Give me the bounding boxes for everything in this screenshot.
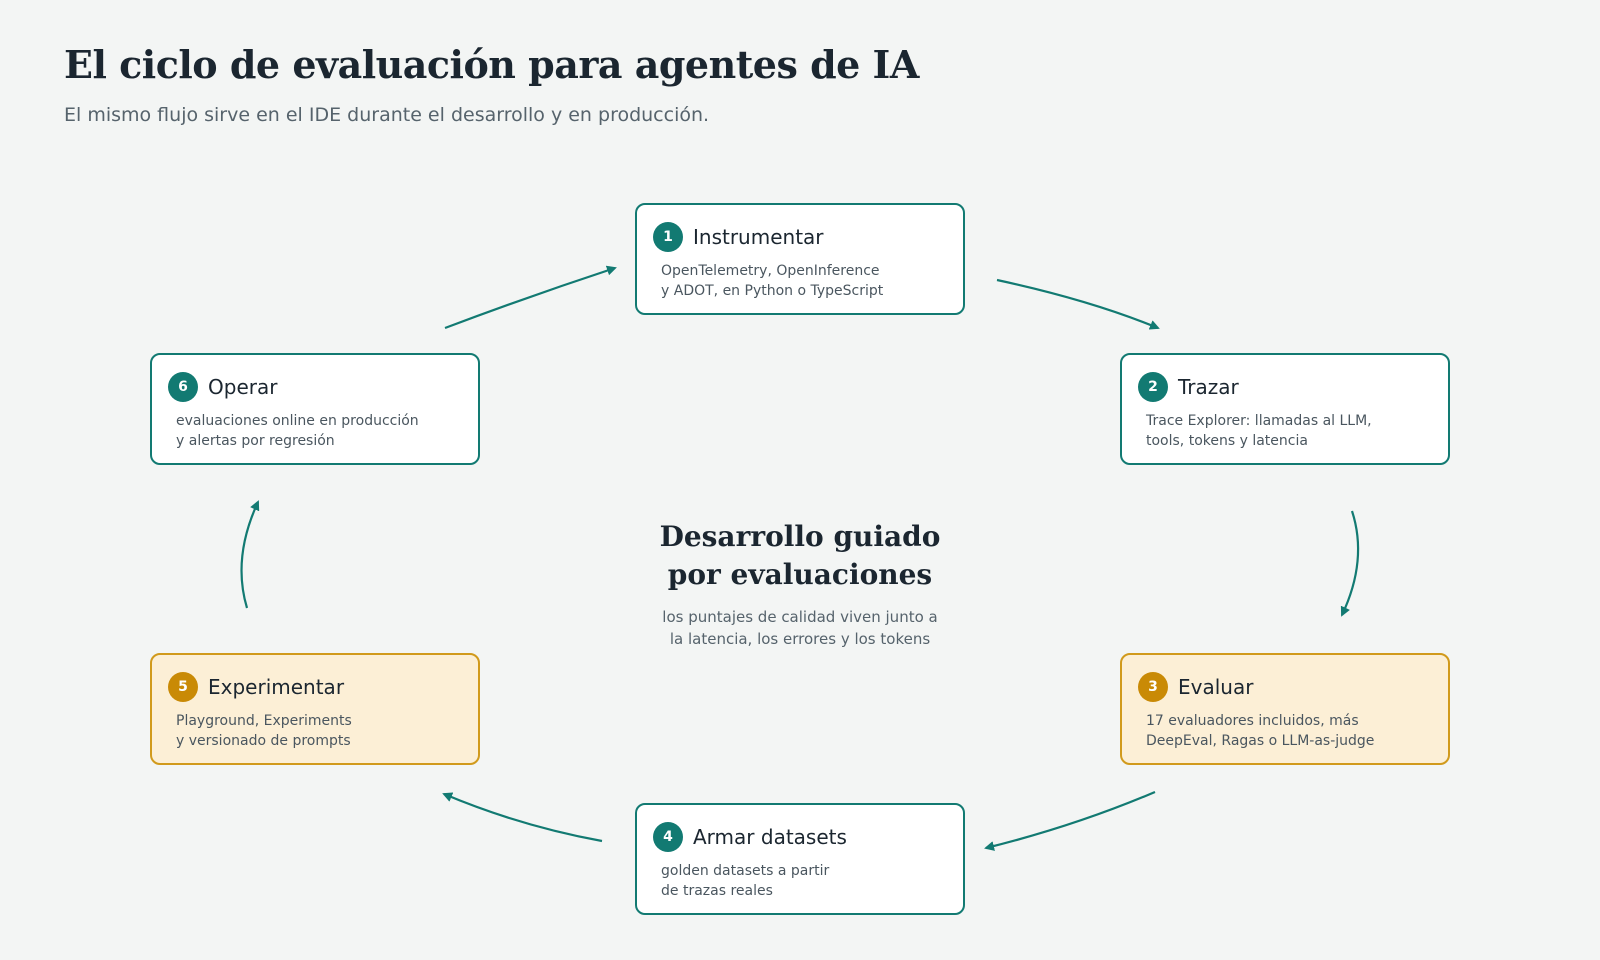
arrow-1-to-2: [996, 278, 1160, 330]
step-description: Playground, Experiments y versionado de …: [176, 713, 352, 749]
step-number-badge: 2: [1138, 372, 1168, 402]
step-card-armar-datasets: 4 Armar datasets golden datasets a parti…: [635, 803, 965, 915]
step-number-badge: 3: [1138, 672, 1168, 702]
step-number-badge: 6: [168, 372, 198, 402]
step-title: Armar datasets: [693, 825, 847, 849]
step-title: Operar: [208, 375, 278, 399]
step-card-operar: 6 Operar evaluaciones online en producci…: [150, 353, 480, 465]
step-title: Trazar: [1178, 375, 1239, 399]
step-title: Experimentar: [208, 675, 345, 699]
arrow-6-to-1: [444, 265, 617, 330]
arrow-4-to-5: [442, 792, 603, 843]
arrow-5-to-6: [240, 500, 260, 609]
step-title: Instrumentar: [693, 225, 824, 249]
arrow-2-to-3: [1340, 510, 1360, 617]
cycle-center-title: Desarrollo guiado por evaluaciones: [659, 520, 941, 591]
step-number-badge: 4: [653, 822, 683, 852]
step-title: Evaluar: [1178, 675, 1254, 699]
step-card-evaluar: 3 Evaluar 17 evaluadores incluidos, más …: [1120, 653, 1450, 765]
step-description: Trace Explorer: llamadas al LLM, tools, …: [1146, 413, 1372, 449]
step-description: golden datasets a partir de trazas reale…: [661, 863, 830, 899]
step-card-experimentar: 5 Experimentar Playground, Experiments y…: [150, 653, 480, 765]
step-number-badge: 1: [653, 222, 683, 252]
cycle-center-subtitle: los puntajes de calidad viven junto a la…: [662, 608, 938, 648]
step-description: OpenTelemetry, OpenInference y ADOT, en …: [661, 263, 884, 299]
step-card-trazar: 2 Trazar Trace Explorer: llamadas al LLM…: [1120, 353, 1450, 465]
step-description: 17 evaluadores incluidos, más DeepEval, …: [1146, 713, 1375, 749]
step-number-badge: 5: [168, 672, 198, 702]
step-description: evaluaciones online en producción y aler…: [176, 413, 419, 449]
step-card-instrumentar: 1 Instrumentar OpenTelemetry, OpenInfere…: [635, 203, 965, 315]
arrow-3-to-4: [984, 790, 1156, 851]
